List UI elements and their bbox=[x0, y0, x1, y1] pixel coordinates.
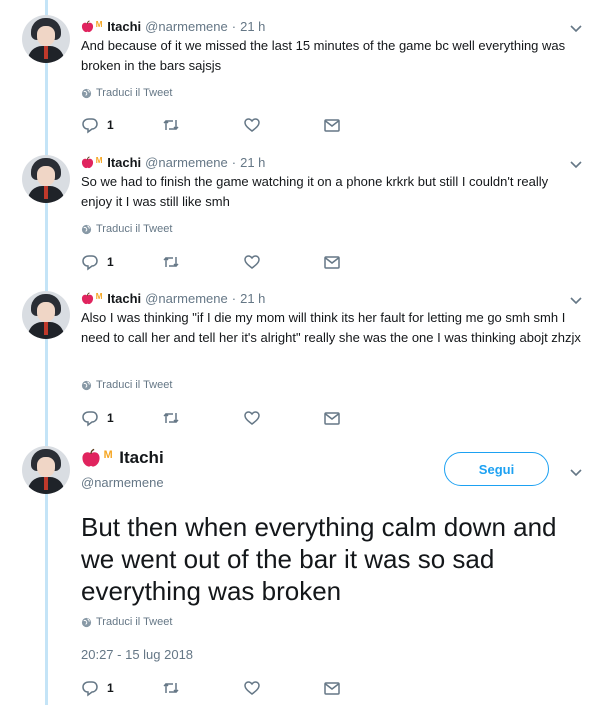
message-button[interactable] bbox=[323, 252, 341, 272]
tweet-time[interactable]: 21 h bbox=[240, 291, 265, 306]
reply-icon bbox=[82, 411, 98, 427]
m-emoji-icon: ᴹ bbox=[96, 19, 103, 33]
translate-link[interactable]: Traduci il Tweet bbox=[81, 87, 172, 99]
apple-emoji-icon bbox=[81, 19, 94, 32]
like-button[interactable] bbox=[243, 115, 261, 135]
retweet-button[interactable] bbox=[162, 115, 180, 135]
tweet-text: So we had to finish the game watching it… bbox=[81, 174, 549, 209]
follow-button[interactable]: Segui bbox=[444, 452, 549, 486]
tweet-text: And because of it we missed the last 15 … bbox=[81, 38, 566, 73]
author-handle[interactable]: @narmemene bbox=[145, 155, 228, 170]
like-button[interactable] bbox=[243, 678, 261, 698]
translate-link[interactable]: Traduci il Tweet bbox=[81, 379, 172, 391]
author-name-row[interactable]: ᴹ Itachi bbox=[81, 448, 164, 468]
tweet-actions: 1 bbox=[81, 678, 361, 698]
chevron-down-icon[interactable] bbox=[569, 157, 583, 171]
author-name[interactable]: Itachi bbox=[107, 291, 141, 306]
chevron-down-icon[interactable] bbox=[569, 465, 583, 479]
message-icon bbox=[324, 412, 340, 425]
tweet[interactable]: ᴹ Itachi @narmemene · 21 h So we had to … bbox=[0, 140, 612, 276]
like-icon bbox=[244, 118, 260, 132]
author-handle[interactable]: @narmemene bbox=[81, 475, 164, 490]
reply-icon bbox=[82, 681, 98, 697]
avatar[interactable] bbox=[22, 446, 70, 494]
translate-link[interactable]: Traduci il Tweet bbox=[81, 223, 172, 235]
author-name[interactable]: Itachi bbox=[107, 155, 141, 170]
apple-emoji-icon bbox=[81, 155, 94, 168]
globe-icon bbox=[81, 88, 92, 98]
m-emoji-icon: ᴹ bbox=[96, 155, 103, 169]
author-name[interactable]: Itachi bbox=[107, 19, 141, 34]
separator-dot: · bbox=[231, 154, 237, 170]
m-emoji-icon: ᴹ bbox=[96, 291, 103, 305]
tweet[interactable]: ᴹ Itachi @narmemene · 21 h And because o… bbox=[0, 0, 612, 140]
avatar[interactable] bbox=[22, 15, 70, 63]
message-icon bbox=[324, 256, 340, 269]
like-icon bbox=[244, 411, 260, 425]
tweet-text: But then when everything calm down and w… bbox=[81, 512, 557, 606]
tweet-header: ᴹ Itachi @narmemene · 21 h bbox=[81, 17, 265, 35]
tweet-actions: 1 bbox=[81, 252, 361, 272]
like-button[interactable] bbox=[243, 408, 261, 428]
tweet[interactable]: ᴹ Itachi @narmemene · 21 h Also I was th… bbox=[0, 276, 612, 432]
reply-icon bbox=[82, 255, 98, 271]
retweet-icon bbox=[163, 119, 179, 131]
tweet-time[interactable]: 21 h bbox=[240, 155, 265, 170]
like-icon bbox=[244, 255, 260, 269]
message-button[interactable] bbox=[323, 678, 341, 698]
apple-emoji-icon bbox=[81, 291, 94, 304]
retweet-button[interactable] bbox=[162, 252, 180, 272]
tweet-header: ᴹ Itachi @narmemene · 21 h bbox=[81, 289, 265, 307]
tweet-actions: 1 bbox=[81, 408, 361, 428]
reply-button[interactable]: 1 bbox=[81, 408, 114, 428]
chevron-down-icon[interactable] bbox=[569, 293, 583, 307]
message-icon bbox=[324, 682, 340, 695]
tweet-text: Also I was thinking "if I die my mom wil… bbox=[81, 310, 581, 345]
message-button[interactable] bbox=[323, 115, 341, 135]
reply-count: 1 bbox=[107, 118, 114, 132]
translate-label: Traduci il Tweet bbox=[96, 87, 173, 99]
author-name[interactable]: Itachi bbox=[119, 448, 163, 468]
reply-count: 1 bbox=[107, 681, 114, 695]
m-emoji-icon: ᴹ bbox=[104, 449, 113, 466]
tweet-header: ᴹ Itachi @narmemene · 21 h bbox=[81, 153, 265, 171]
reply-count: 1 bbox=[107, 411, 114, 425]
separator-dot: · bbox=[231, 290, 237, 306]
translate-label: Traduci il Tweet bbox=[96, 379, 173, 391]
translate-label: Traduci il Tweet bbox=[96, 223, 173, 235]
translate-label: Traduci il Tweet bbox=[96, 616, 173, 628]
message-icon bbox=[324, 119, 340, 132]
like-icon bbox=[244, 681, 260, 695]
reply-count: 1 bbox=[107, 255, 114, 269]
retweet-icon bbox=[163, 256, 179, 268]
retweet-button[interactable] bbox=[162, 678, 180, 698]
globe-icon bbox=[81, 617, 92, 627]
like-button[interactable] bbox=[243, 252, 261, 272]
main-tweet: ᴹ Itachi @narmemene Segui But then when … bbox=[0, 432, 612, 705]
chevron-down-icon[interactable] bbox=[569, 21, 583, 35]
author-handle[interactable]: @narmemene bbox=[145, 291, 228, 306]
tweet-actions: 1 bbox=[81, 115, 361, 135]
translate-link[interactable]: Traduci il Tweet bbox=[81, 616, 172, 628]
avatar[interactable] bbox=[22, 155, 70, 203]
reply-button[interactable]: 1 bbox=[81, 252, 114, 272]
tweet-timestamp[interactable]: 20:27 - 15 lug 2018 bbox=[81, 647, 193, 662]
retweet-button[interactable] bbox=[162, 408, 180, 428]
retweet-icon bbox=[163, 682, 179, 694]
reply-button[interactable]: 1 bbox=[81, 678, 114, 698]
reply-icon bbox=[82, 118, 98, 134]
tweet-time[interactable]: 21 h bbox=[240, 19, 265, 34]
reply-button[interactable]: 1 bbox=[81, 115, 114, 135]
apple-emoji-icon bbox=[82, 448, 100, 467]
message-button[interactable] bbox=[323, 408, 341, 428]
globe-icon bbox=[81, 380, 92, 390]
author-handle[interactable]: @narmemene bbox=[145, 19, 228, 34]
retweet-icon bbox=[163, 412, 179, 424]
avatar[interactable] bbox=[22, 291, 70, 339]
globe-icon bbox=[81, 224, 92, 234]
separator-dot: · bbox=[231, 18, 237, 34]
